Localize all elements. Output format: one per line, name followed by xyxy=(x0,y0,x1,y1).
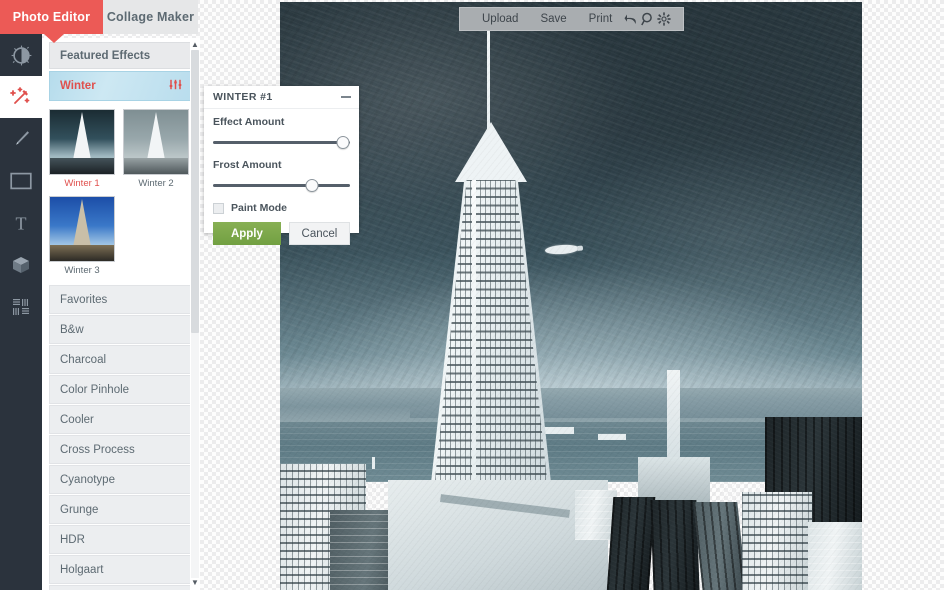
building-right-white-tall-windows xyxy=(742,492,812,590)
effect-item-favorites[interactable]: Favorites xyxy=(49,285,192,314)
effect-thumbnails: Winter 1 Winter 2 Winter 3 xyxy=(42,103,199,277)
save-button[interactable]: Save xyxy=(529,7,577,31)
effect-amount-track[interactable] xyxy=(213,141,350,144)
paint-mode-label: Paint Mode xyxy=(231,202,288,214)
scroll-up-arrow[interactable]: ▲ xyxy=(191,40,199,50)
thumbnail-winter-1[interactable]: Winter 1 xyxy=(49,109,115,190)
frost-amount-label: Frost Amount xyxy=(213,159,282,171)
frost-amount-slider[interactable] xyxy=(213,179,350,193)
building-right-slab-1-windows xyxy=(606,497,656,590)
sidebar-item-adjust[interactable] xyxy=(0,34,42,76)
building-right-slab-1 xyxy=(606,497,656,590)
effect-item-bw[interactable]: B&w xyxy=(49,315,192,344)
scrollbar-thumb[interactable] xyxy=(191,50,199,333)
active-tab-pointer xyxy=(44,34,64,43)
effect-amount-slider[interactable] xyxy=(213,136,350,150)
building-far-right-low xyxy=(808,522,862,590)
gear-icon[interactable] xyxy=(656,7,672,31)
building-right-white-tall xyxy=(742,492,812,590)
winter-effect-dialog: WINTER #1 Effect Amount Frost Amount Pai… xyxy=(204,86,359,245)
thumbnail-winter-2-image xyxy=(123,109,189,175)
dialog-buttons: Apply Cancel xyxy=(213,222,350,245)
svg-text:T: T xyxy=(16,214,27,234)
effect-item-hdr[interactable]: HDR xyxy=(49,525,192,554)
magnifier-icon[interactable] xyxy=(640,7,656,31)
sky-texture-overlay xyxy=(280,2,862,432)
featured-effect-label: Winter xyxy=(60,80,96,92)
sidebar-item-text[interactable]: T xyxy=(0,202,42,244)
building-far-right-low-windows xyxy=(808,522,862,590)
effect-item-cooler[interactable]: Cooler xyxy=(49,405,192,434)
pyramid-edge-highlight xyxy=(472,180,476,492)
effect-item-cross-process[interactable]: Cross Process xyxy=(49,435,192,464)
dialog-title: WINTER #1 xyxy=(213,91,273,103)
upload-button[interactable]: Upload xyxy=(471,7,529,31)
building-right-slab-2 xyxy=(650,500,700,590)
dialog-header: WINTER #1 xyxy=(204,86,359,109)
featured-effect-winter[interactable]: Winter xyxy=(49,71,192,101)
print-button[interactable]: Print xyxy=(578,7,624,31)
tab-photo-editor[interactable]: Photo Editor xyxy=(0,0,103,34)
sidebar-item-touchup[interactable] xyxy=(0,118,42,160)
effect-item-instant[interactable]: Instant xyxy=(49,585,192,590)
effects-panel: Featured Effects Winter Winter 1 Winter … xyxy=(42,38,200,590)
dialog-body: Effect Amount Frost Amount Paint Mode Ap… xyxy=(204,109,359,245)
undo-icon[interactable] xyxy=(623,7,639,31)
building-right-slab-3 xyxy=(693,502,747,590)
frost-amount-track[interactable] xyxy=(213,184,350,187)
tab-collage-maker[interactable]: Collage Maker xyxy=(103,0,198,34)
paint-mode-row[interactable]: Paint Mode xyxy=(213,202,350,214)
effect-item-color-pinhole[interactable]: Color Pinhole xyxy=(49,375,192,404)
apply-button[interactable]: Apply xyxy=(213,222,281,245)
thumbnail-winter-3-image xyxy=(49,196,115,262)
thumbnail-winter-3-caption: Winter 3 xyxy=(64,265,100,276)
panel-header: Featured Effects xyxy=(49,42,192,69)
thumbnail-winter-1-caption: Winter 1 xyxy=(64,178,100,189)
effect-item-holgaart[interactable]: Holgaart xyxy=(49,555,192,584)
thumbnail-winter-1-image xyxy=(49,109,115,175)
effect-amount-label: Effect Amount xyxy=(213,116,285,128)
thumbnail-winter-2-caption: Winter 2 xyxy=(138,178,174,189)
sidebar-item-stickers[interactable] xyxy=(0,244,42,286)
ship-2 xyxy=(598,434,626,440)
effect-category-list: Favorites B&w Charcoal Color Pinhole Coo… xyxy=(42,285,199,590)
sidebar-item-textures[interactable] xyxy=(0,286,42,328)
photo-editor-app: Upload Save Print Photo Editor Collage M… xyxy=(0,0,944,590)
sliders-icon[interactable] xyxy=(169,77,182,95)
thumbnail-winter-3[interactable]: Winter 3 xyxy=(49,196,115,277)
edited-photo xyxy=(280,2,862,590)
effect-item-cyanotype[interactable]: Cyanotype xyxy=(49,465,192,494)
effect-item-grunge[interactable]: Grunge xyxy=(49,495,192,524)
secondary-spire xyxy=(667,370,680,462)
tool-rail: T xyxy=(0,34,42,590)
minimize-icon[interactable] xyxy=(341,96,351,98)
paint-mode-checkbox[interactable] xyxy=(213,202,224,214)
canvas-toolbar: Upload Save Print xyxy=(459,7,684,31)
effect-amount-knob[interactable] xyxy=(336,136,350,149)
scroll-down-arrow[interactable]: ▼ xyxy=(191,578,199,588)
cancel-button[interactable]: Cancel xyxy=(288,222,350,245)
frost-amount-knob[interactable] xyxy=(305,179,319,192)
building-right-slab-2-windows xyxy=(650,500,700,590)
effect-item-charcoal[interactable]: Charcoal xyxy=(49,345,192,374)
app-tabs: Photo Editor Collage Maker xyxy=(0,0,280,34)
sidebar-item-effects[interactable] xyxy=(0,76,42,118)
photo-canvas[interactable]: Upload Save Print xyxy=(280,2,862,590)
sailboat xyxy=(372,457,375,469)
pyramid-apex xyxy=(455,122,527,182)
building-right-slab-3-windows xyxy=(693,502,747,590)
panel-scrollbar[interactable]: ▲ ▼ xyxy=(190,38,200,590)
sky-background xyxy=(280,2,862,432)
sidebar-item-frames[interactable] xyxy=(0,160,42,202)
thumbnail-winter-2[interactable]: Winter 2 xyxy=(123,109,189,190)
